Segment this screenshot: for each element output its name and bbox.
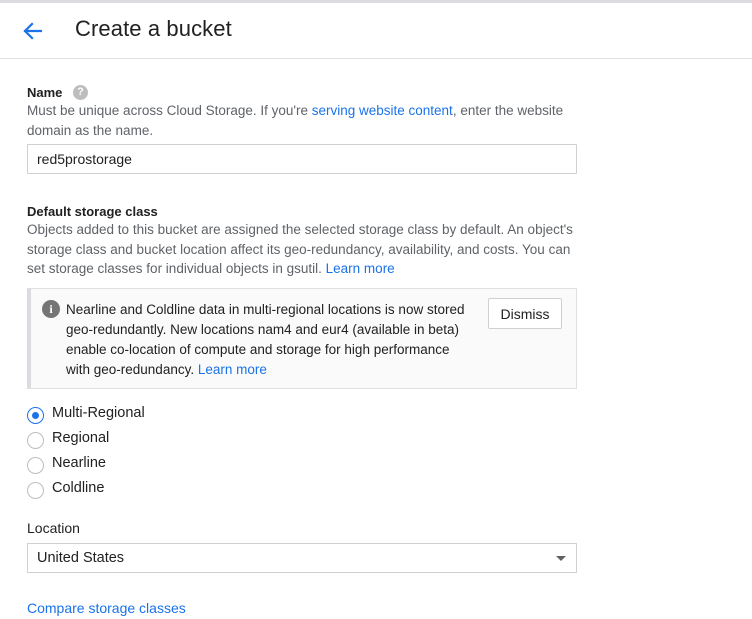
compare-storage-classes-link[interactable]: Compare storage classes [27,600,186,616]
storage-option-label: Nearline [52,455,106,471]
caret-down-icon [556,556,566,561]
location-select[interactable]: United States [27,543,577,573]
name-description: Must be unique across Cloud Storage. If … [27,101,582,140]
page-title: Create a bucket [75,16,232,41]
storage-option-label: Regional [52,430,110,446]
storage-class-learn-more-link[interactable]: Learn more [326,261,395,276]
notice-learn-more-link[interactable]: Learn more [198,362,267,377]
name-desc-text: Must be unique across Cloud Storage. If … [27,103,312,118]
storage-option-label: Multi-Regional [52,405,145,421]
serving-website-content-link[interactable]: serving website content [312,103,453,118]
storage-class-label: Default storage class [27,204,158,219]
name-label: Name [27,85,63,100]
location-selected-value: United States [37,550,125,566]
radio-button[interactable] [27,482,44,499]
notice-text: Nearline and Coldline data in multi-regi… [66,300,466,380]
radio-button-selected[interactable] [27,407,44,424]
back-button[interactable] [18,16,48,46]
info-icon: i [42,300,60,318]
radio-button[interactable] [27,457,44,474]
geo-redundancy-notice: i Nearline and Coldline data in multi-re… [27,288,577,389]
radio-button[interactable] [27,432,44,449]
storage-option-label: Coldline [52,480,105,496]
page-header: Create a bucket [0,3,752,59]
help-circle-icon[interactable]: ? [73,85,88,100]
dismiss-button[interactable]: Dismiss [488,298,562,329]
storage-class-desc-text: Objects added to this bucket are assigne… [27,222,573,276]
storage-class-description: Objects added to this bucket are assigne… [27,220,582,279]
arrow-back-icon [23,22,43,40]
bucket-name-input[interactable] [27,144,577,174]
location-label: Location [27,520,80,536]
